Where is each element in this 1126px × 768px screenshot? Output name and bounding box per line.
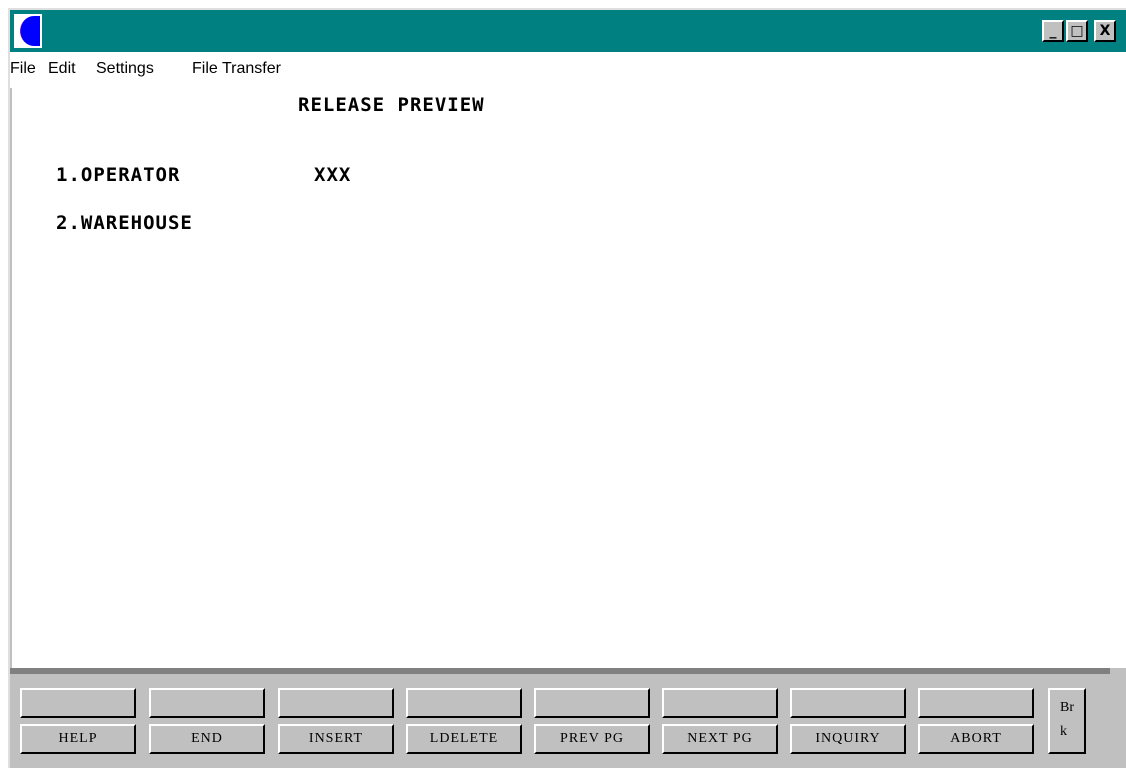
maximize-button[interactable]: □	[1066, 20, 1088, 42]
fkey-top-3[interactable]	[278, 688, 394, 718]
function-key-bar: HELP END INSERT LDELETE PREV PG NEXT PG …	[10, 676, 1110, 768]
screen-bottom-border	[10, 668, 1110, 674]
menu-file[interactable]: File	[10, 60, 36, 78]
field-operator-value[interactable]: XXX	[314, 164, 351, 186]
menu-bar: File Edit Settings File Transfer	[10, 52, 1126, 88]
field-operator-label: 1.OPERATOR	[56, 164, 181, 186]
inquiry-button[interactable]: INQUIRY	[790, 724, 906, 754]
break-label-line1: Br	[1060, 700, 1074, 715]
break-label-line2: k	[1060, 724, 1067, 739]
screen-title: RELEASE PREVIEW	[298, 94, 485, 116]
ldelete-button[interactable]: LDELETE	[406, 724, 522, 754]
fkey-top-1[interactable]	[20, 688, 136, 718]
menu-file-transfer[interactable]: File Transfer	[192, 60, 281, 78]
end-button[interactable]: END	[149, 724, 265, 754]
abort-button[interactable]: ABORT	[918, 724, 1034, 754]
insert-button[interactable]: INSERT	[278, 724, 394, 754]
fkey-top-2[interactable]	[149, 688, 265, 718]
title-bar[interactable]: _ □ X	[10, 10, 1126, 52]
help-button[interactable]: HELP	[20, 724, 136, 754]
fkey-top-5[interactable]	[534, 688, 650, 718]
minimize-button[interactable]: _	[1042, 20, 1064, 42]
menu-edit[interactable]: Edit	[48, 60, 76, 78]
fkey-top-8[interactable]	[918, 688, 1034, 718]
fkey-top-4[interactable]	[406, 688, 522, 718]
terminal-emulator-icon[interactable]	[14, 14, 42, 48]
close-button[interactable]: X	[1094, 20, 1116, 42]
prev-page-button[interactable]: PREV PG	[534, 724, 650, 754]
fkey-top-7[interactable]	[790, 688, 906, 718]
break-button[interactable]: Br k	[1048, 688, 1086, 754]
next-page-button[interactable]: NEXT PG	[662, 724, 778, 754]
terminal-screen[interactable]: RELEASE PREVIEW 1.OPERATOR XXX 2.WAREHOU…	[12, 88, 1126, 668]
menu-settings[interactable]: Settings	[96, 60, 154, 78]
field-warehouse-label: 2.WAREHOUSE	[56, 212, 193, 234]
fkey-top-6[interactable]	[662, 688, 778, 718]
